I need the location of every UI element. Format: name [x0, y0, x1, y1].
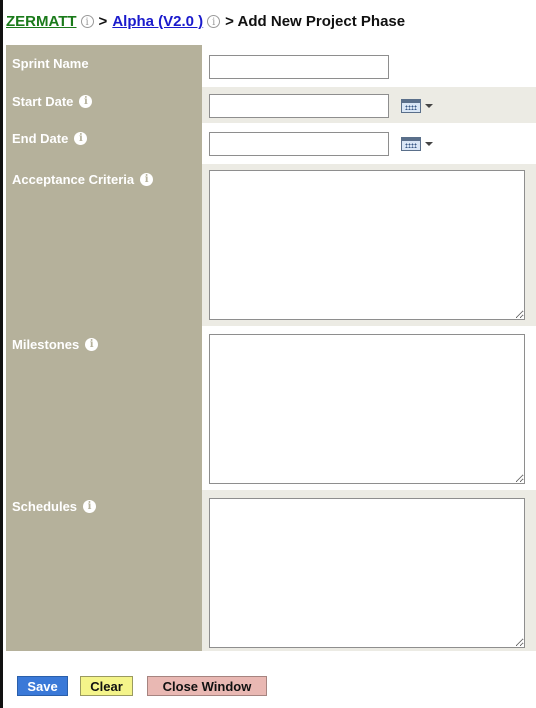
start-date-picker-button[interactable] [401, 97, 435, 115]
calendar-icon [401, 137, 421, 151]
info-icon[interactable]: i [80, 15, 94, 28]
clear-button[interactable]: Clear [80, 676, 133, 696]
acceptance-criteria-textarea[interactable] [209, 170, 525, 320]
info-icon[interactable]: i [207, 15, 221, 28]
save-button[interactable]: Save [17, 676, 68, 696]
milestones-label: Milestones i [12, 337, 99, 352]
schedules-textarea[interactable] [209, 498, 525, 648]
acceptance-criteria-label: Acceptance Criteria i [12, 172, 154, 187]
breadcrumb-project-link[interactable]: Alpha (V2.0 ) [112, 13, 203, 30]
sprint-name-input[interactable] [209, 55, 389, 79]
breadcrumb-separator: > [98, 13, 108, 30]
dropdown-arrow-icon [425, 142, 433, 146]
breadcrumb: ZERMATT i > Alpha (V2.0 ) i > Add New Pr… [6, 13, 405, 30]
end-date-picker-button[interactable] [401, 135, 435, 153]
calendar-icon [401, 99, 421, 113]
close-window-button[interactable]: Close Window [147, 676, 267, 696]
start-date-label: Start Date i [12, 94, 93, 109]
breadcrumb-root-link[interactable]: ZERMATT [6, 13, 77, 30]
info-icon[interactable]: i [74, 132, 88, 145]
info-icon[interactable]: i [79, 95, 93, 108]
info-icon[interactable]: i [83, 500, 97, 513]
dropdown-arrow-icon [425, 104, 433, 108]
info-icon[interactable]: i [140, 173, 154, 186]
end-date-label: End Date i [12, 131, 88, 146]
page-title: > Add New Project Phase [225, 13, 406, 30]
sprint-name-label: Sprint Name [12, 56, 89, 71]
start-date-input[interactable] [209, 94, 389, 118]
milestones-textarea[interactable] [209, 334, 525, 484]
info-icon[interactable]: i [85, 338, 99, 351]
schedules-label: Schedules i [12, 499, 97, 514]
end-date-input[interactable] [209, 132, 389, 156]
